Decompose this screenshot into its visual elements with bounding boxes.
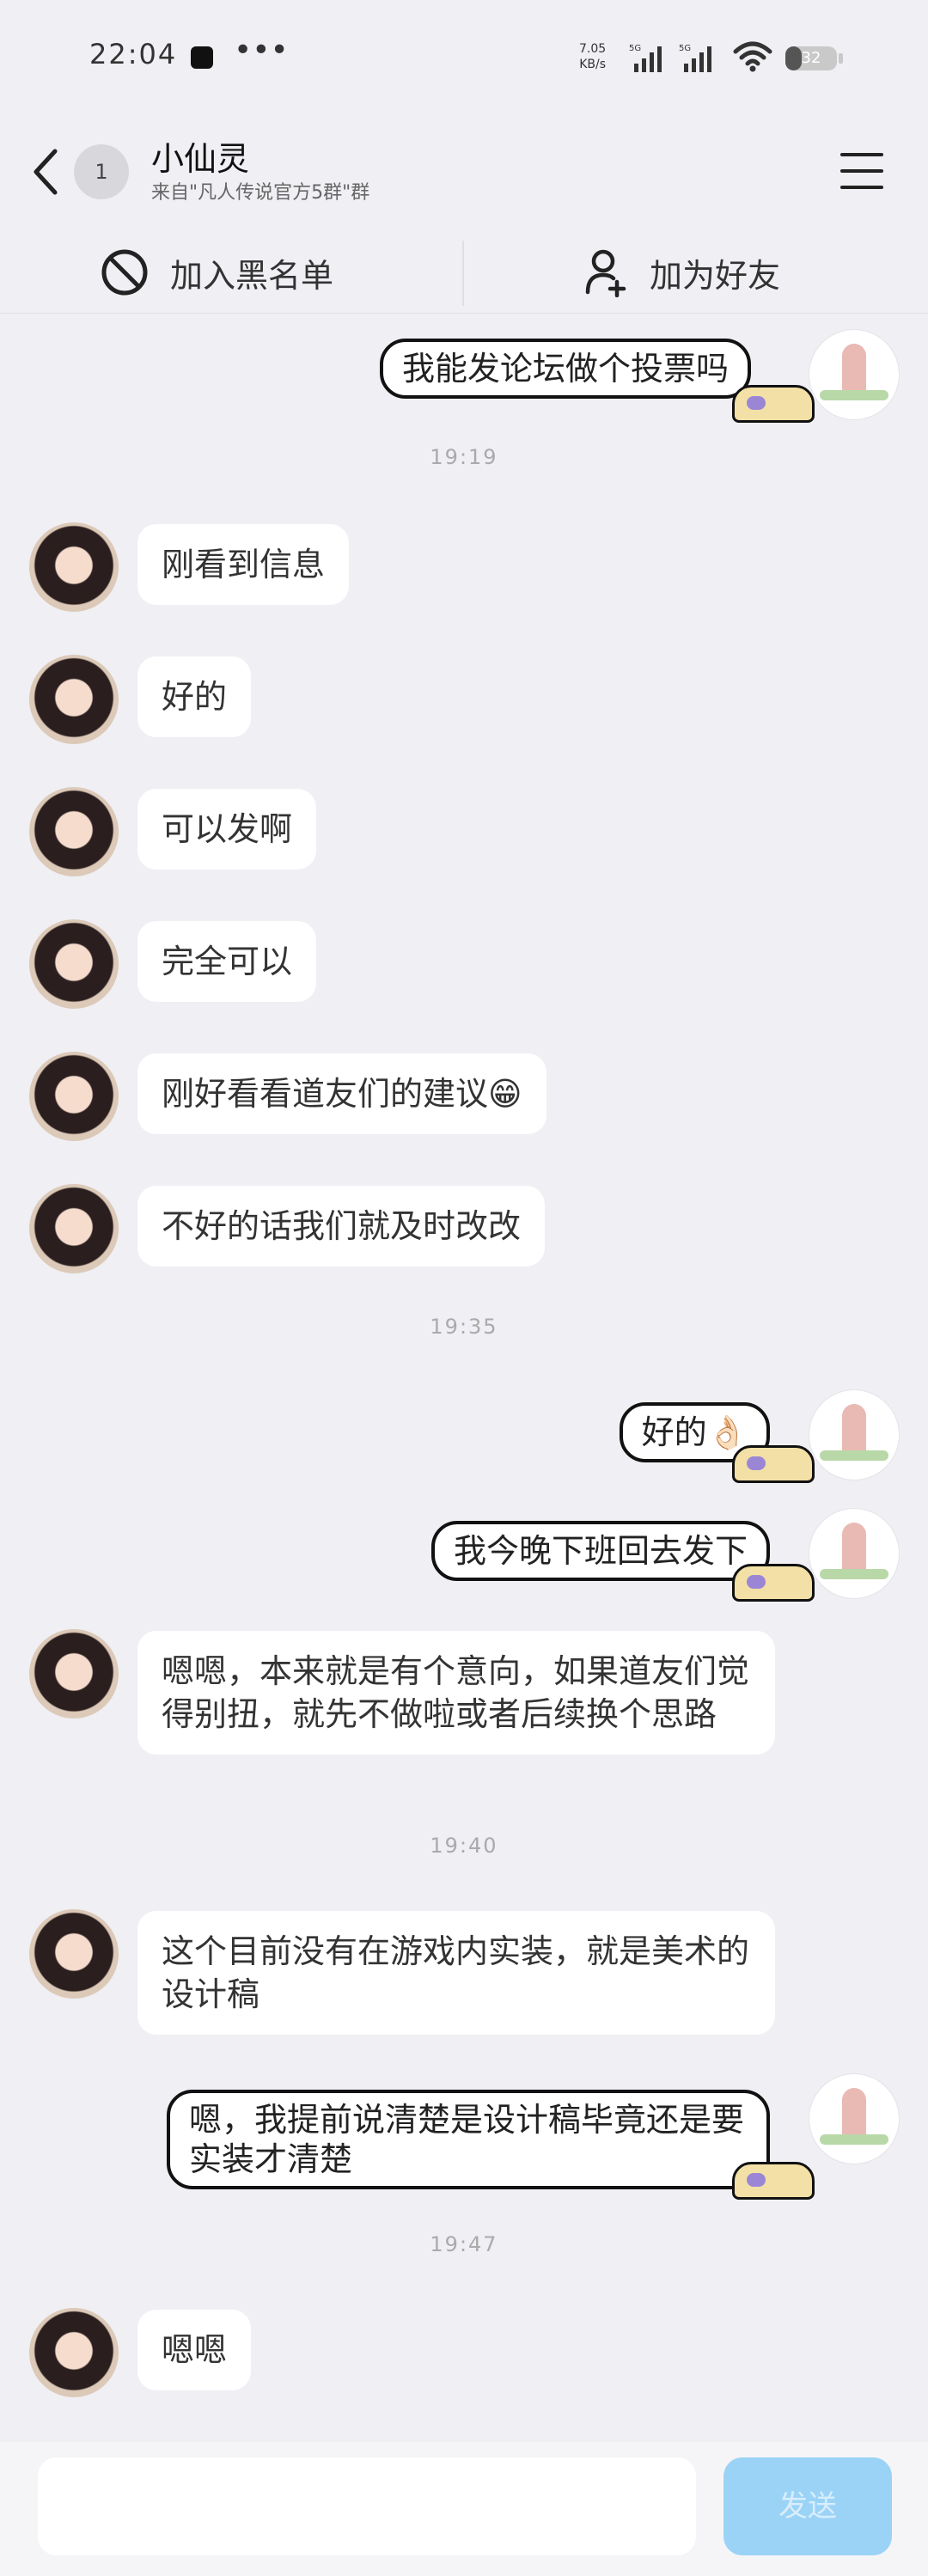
more-notifications-icon: ••• [234, 33, 289, 68]
contact-avatar[interactable] [29, 1909, 119, 1999]
unread-count-badge[interactable]: 1 [74, 144, 129, 199]
message-bubble-incoming[interactable]: 不好的话我们就及时改改 [137, 1186, 546, 1267]
contact-avatar[interactable] [29, 1629, 119, 1718]
message-bubble-incoming[interactable]: 完全可以 [137, 921, 317, 1002]
bubble-sticker-decoration [732, 2162, 815, 2200]
my-avatar[interactable] [809, 2074, 899, 2164]
message-bubble-incoming[interactable]: 这个目前没有在游戏内实装，就是美术的设计稿 [137, 1911, 775, 2035]
contact-avatar[interactable] [29, 522, 119, 612]
divider [462, 241, 464, 306]
battery-icon: 32 [785, 46, 837, 70]
contact-avatar[interactable] [29, 655, 119, 744]
block-icon [101, 249, 148, 296]
timestamp: 19:35 [430, 1315, 498, 1339]
message-bubble-incoming[interactable]: 可以发啊 [137, 789, 317, 870]
message-bubble-incoming[interactable]: 刚好看看道友们的建议😁 [137, 1053, 546, 1134]
back-button[interactable] [26, 146, 69, 198]
status-bar: 22:04 ••• 7.05 KB/s 5G 5G 32 [0, 0, 928, 103]
composer-bar: 发送 [0, 2442, 928, 2576]
timestamp: 19:47 [430, 2232, 498, 2256]
message-input[interactable] [38, 2457, 696, 2555]
signal-icon: 5G [629, 44, 662, 72]
add-user-icon [585, 249, 626, 297]
message-bubble-outgoing[interactable]: 我今晚下班回去发下 [430, 1521, 770, 1581]
tiktok-icon [191, 46, 213, 69]
send-button[interactable]: 发送 [723, 2457, 892, 2555]
bubble-sticker-decoration [732, 1445, 815, 1483]
action-bar: 加入黑名单 加为好友 [0, 232, 928, 314]
message-bubble-incoming[interactable]: 嗯嗯 [137, 2310, 252, 2390]
add-friend-label: 加为好友 [650, 256, 781, 295]
message-bubble-incoming[interactable]: 刚看到信息 [137, 524, 350, 605]
bubble-sticker-decoration [732, 1564, 815, 1602]
message-bubble-outgoing[interactable]: 我能发论坛做个投票吗 [379, 339, 751, 399]
blacklist-label: 加入黑名单 [170, 256, 334, 295]
network-type-label-2: 5G [679, 44, 691, 53]
timestamp: 19:40 [430, 1834, 498, 1858]
wifi-icon [733, 41, 772, 72]
message-bubble-incoming[interactable]: 嗯嗯，本来就是有个意向，如果道友们觉得别扭，就先不做啦或者后续换个思路 [137, 1631, 775, 1755]
status-time: 22:04 [89, 38, 178, 70]
chat-subtitle: 来自"凡人传说官方5群"群 [151, 182, 370, 204]
chat-header: 1 小仙灵 来自"凡人传说官方5群"群 [0, 120, 928, 227]
battery-cap [839, 53, 843, 64]
chat-title: 小仙灵 [151, 140, 250, 178]
message-bubble-incoming[interactable]: 好的 [137, 656, 252, 737]
timestamp: 19:19 [430, 445, 498, 469]
my-avatar[interactable] [809, 1509, 899, 1598]
bubble-sticker-decoration [732, 385, 815, 423]
network-speed-value: 7.05 [579, 42, 607, 56]
blacklist-button[interactable]: 加入黑名单 [100, 232, 333, 313]
contact-avatar[interactable] [29, 919, 119, 1009]
battery-level: 32 [801, 49, 821, 67]
network-type-label: 5G [629, 44, 641, 53]
my-avatar[interactable] [809, 330, 899, 419]
message-bubble-outgoing[interactable]: 嗯，我提前说清楚是设计稿毕竟还是要实装才清楚 [167, 2090, 770, 2189]
contact-avatar[interactable] [29, 2308, 119, 2397]
network-speed-unit: KB/s [579, 58, 606, 71]
signal-icon-2: 5G [679, 44, 711, 72]
contact-avatar[interactable] [29, 1052, 119, 1141]
my-avatar[interactable] [809, 1390, 899, 1480]
add-friend-button[interactable]: 加为好友 [584, 232, 780, 313]
contact-avatar[interactable] [29, 787, 119, 876]
network-speed: 7.05 KB/s [579, 41, 606, 72]
menu-icon[interactable] [840, 153, 883, 189]
contact-avatar[interactable] [29, 1184, 119, 1273]
